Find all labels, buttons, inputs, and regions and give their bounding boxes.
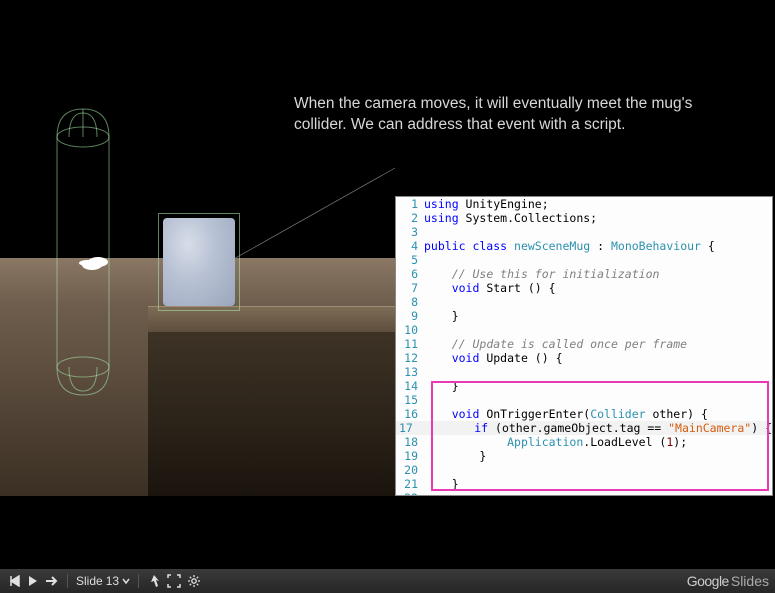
line-number: 1 [396, 197, 424, 211]
code-text [424, 253, 772, 267]
play-button[interactable] [24, 569, 42, 593]
code-line: 15 [396, 393, 772, 407]
line-number: 21 [396, 477, 424, 491]
code-line: 18 Application.LoadLevel (1); [396, 435, 772, 449]
line-number: 14 [396, 379, 424, 393]
line-number: 9 [396, 309, 424, 323]
line-number: 15 [396, 393, 424, 407]
next-button[interactable] [42, 569, 62, 593]
code-line: 6 // Use this for initialization [396, 267, 772, 281]
code-line: 5 [396, 253, 772, 267]
code-line: 1using UnityEngine; [396, 197, 772, 211]
brand-label[interactable]: GoogleSlides [687, 573, 769, 589]
line-number: 19 [396, 449, 424, 463]
line-number: 8 [396, 295, 424, 309]
code-text: } [424, 379, 772, 393]
code-line: 17 if (other.gameObject.tag == "MainCame… [396, 421, 772, 435]
brand-slides: Slides [731, 573, 769, 589]
block-front [148, 332, 395, 496]
slide-content: When the camera moves, it will eventuall… [0, 38, 775, 496]
line-number: 3 [396, 225, 424, 239]
line-number: 2 [396, 211, 424, 225]
line-number: 22 [396, 491, 424, 496]
line-number: 4 [396, 239, 424, 253]
code-text: } [424, 449, 772, 463]
menu-button[interactable] [6, 569, 24, 593]
pointer-button[interactable] [144, 569, 164, 593]
code-line: 2using System.Collections; [396, 211, 772, 225]
camera-capsule-wireframe [55, 103, 111, 401]
line-number: 7 [396, 281, 424, 295]
code-line: 16 void OnTriggerEnter(Collider other) { [396, 407, 772, 421]
code-text: // Use this for initialization [424, 267, 772, 281]
code-line: 7 void Start () { [396, 281, 772, 295]
code-line: 10 [396, 323, 772, 337]
code-text: } [424, 477, 772, 491]
code-text [424, 225, 772, 239]
code-text: // Update is called once per frame [424, 337, 772, 351]
slide-indicator[interactable]: Slide 13 [73, 574, 133, 588]
code-line: 8 [396, 295, 772, 309]
slide-number: 13 [106, 574, 119, 588]
code-line: 20 [396, 463, 772, 477]
line-number: 11 [396, 337, 424, 351]
code-text [424, 393, 772, 407]
code-line: 11 // Update is called once per frame [396, 337, 772, 351]
fullscreen-button[interactable] [164, 569, 184, 593]
code-text [424, 295, 772, 309]
code-text: void Start () { [424, 281, 772, 295]
code-panel: 1using UnityEngine;2using System.Collect… [395, 196, 773, 496]
code-line: 13 [396, 365, 772, 379]
code-text: void Update () { [424, 351, 772, 365]
separator [67, 574, 68, 588]
chevron-down-icon [122, 577, 130, 585]
slide-area: When the camera moves, it will eventuall… [0, 0, 775, 569]
code-text: using UnityEngine; [424, 197, 772, 211]
settings-button[interactable] [184, 569, 204, 593]
code-text [424, 463, 772, 477]
code-line: 9 } [396, 309, 772, 323]
code-line: 19 } [396, 449, 772, 463]
line-number: 12 [396, 351, 424, 365]
line-number: 16 [396, 407, 424, 421]
code-lines: 1using UnityEngine;2using System.Collect… [396, 197, 772, 496]
slide-caption: When the camera moves, it will eventuall… [294, 94, 694, 136]
separator [138, 574, 139, 588]
code-text: } [424, 309, 772, 323]
line-number: 10 [396, 323, 424, 337]
code-line: 22 [396, 491, 772, 496]
line-number: 6 [396, 267, 424, 281]
code-text: public class newSceneMug : MonoBehaviour… [424, 239, 772, 253]
line-number: 13 [396, 365, 424, 379]
code-text: using System.Collections; [424, 211, 772, 225]
code-line: 4public class newSceneMug : MonoBehaviou… [396, 239, 772, 253]
code-line: 21 } [396, 477, 772, 491]
line-number: 5 [396, 253, 424, 267]
mug-collider-wireframe [158, 213, 240, 311]
code-text [424, 365, 772, 379]
line-number: 20 [396, 463, 424, 477]
presentation-toolbar: Slide 13 GoogleSlides [0, 569, 775, 593]
slide-label: Slide [76, 574, 103, 588]
code-line: 3 [396, 225, 772, 239]
code-text: void OnTriggerEnter(Collider other) { [424, 407, 772, 421]
code-text: Application.LoadLevel (1); [424, 435, 772, 449]
code-text [424, 491, 772, 496]
code-line: 14 } [396, 379, 772, 393]
line-number: 18 [396, 435, 424, 449]
brand-google: Google [687, 573, 729, 589]
line-number: 17 [396, 421, 419, 435]
code-text [424, 323, 772, 337]
code-line: 12 void Update () { [396, 351, 772, 365]
code-text: if (other.gameObject.tag == "MainCamera"… [419, 421, 772, 435]
